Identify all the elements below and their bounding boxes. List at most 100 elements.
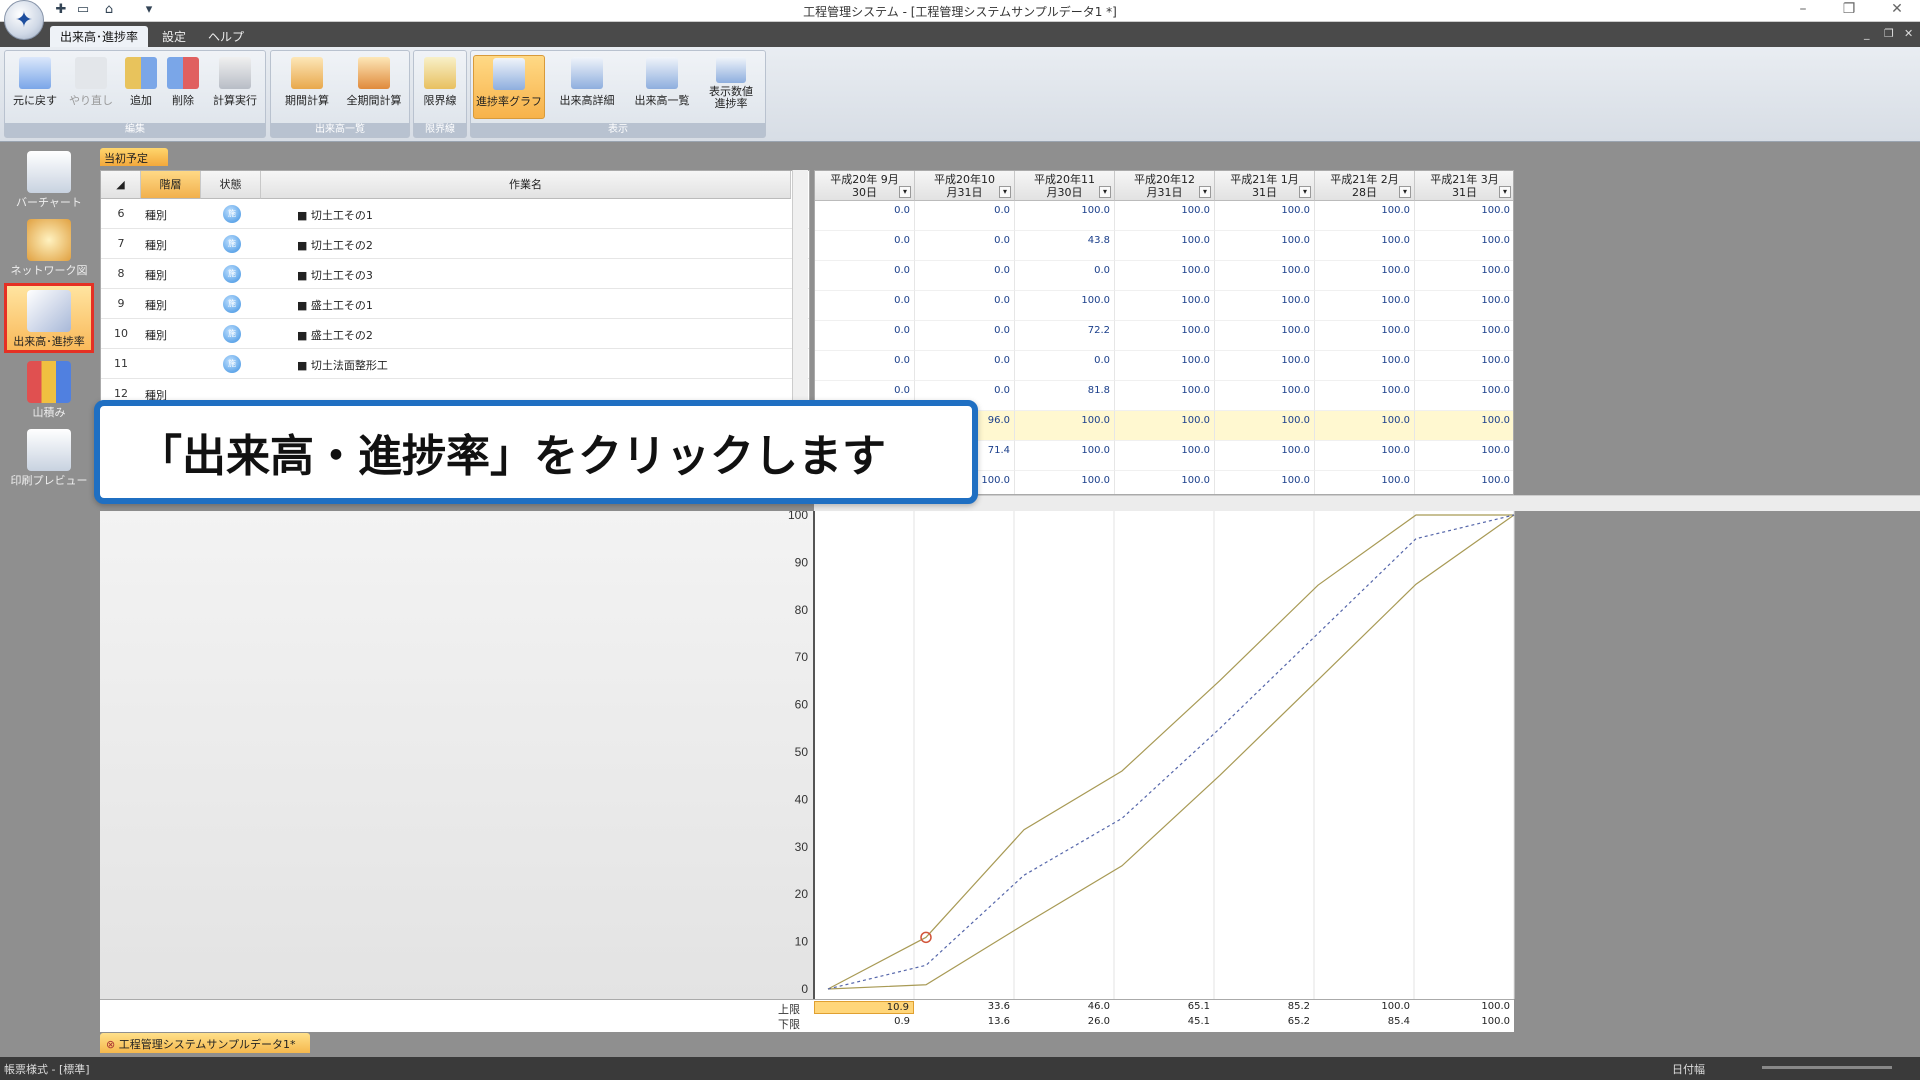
upper-value[interactable]: 33.6 [914, 1001, 1014, 1012]
period-cell[interactable]: 0.0 [815, 351, 915, 381]
period-cell[interactable]: 81.8 [1015, 381, 1115, 411]
period-cell[interactable]: 100.0 [1215, 411, 1315, 441]
document-tab[interactable]: ⊗ 工程管理システムサンプルデータ1* [100, 1033, 310, 1053]
period-cell[interactable]: 100.0 [1115, 231, 1215, 261]
table-row[interactable]: 10 種別 施 ■ 盛土工その2 [101, 319, 809, 349]
status-icon[interactable]: 施 [223, 355, 241, 373]
period-cell[interactable]: 100.0 [1315, 441, 1415, 471]
upper-value[interactable]: 85.2 [1214, 1001, 1314, 1012]
period-cell[interactable]: 100.0 [1015, 201, 1115, 231]
chevron-down-icon[interactable]: ▾ [1499, 186, 1511, 198]
period-cell[interactable]: 0.0 [1015, 351, 1115, 381]
period-cell[interactable]: 100.0 [1115, 291, 1215, 321]
period-header[interactable]: 平成21年 2月 28日 ▾ [1315, 171, 1415, 201]
period-cell[interactable]: 72.2 [1015, 321, 1115, 351]
chevron-down-icon[interactable]: ▾ [1399, 186, 1411, 198]
chevron-down-icon[interactable]: ▾ [899, 186, 911, 198]
delete-button[interactable]: 削除 [163, 55, 203, 119]
mdi-restore-icon[interactable]: ❐ [1884, 27, 1894, 40]
period-header[interactable]: 平成20年 9月 30日 ▾ [815, 171, 915, 201]
period-cell[interactable]: 100.0 [1315, 351, 1415, 381]
period-cell[interactable]: 100.0 [1115, 321, 1215, 351]
period-cell[interactable]: 100.0 [1415, 291, 1513, 321]
period-cell[interactable]: 100.0 [1415, 201, 1513, 231]
period-cell[interactable]: 100.0 [1215, 261, 1315, 291]
nav-print-preview[interactable]: 印刷プレビュー [4, 425, 94, 489]
calculate-button[interactable]: 計算実行 [207, 55, 263, 119]
table-row[interactable]: 6 種別 施 ■ 切土工その1 [101, 199, 809, 229]
progress-graph-button[interactable]: 進捗率グラフ [473, 55, 545, 119]
nav-progress[interactable]: 出来高･進捗率 [4, 283, 94, 353]
period-cell[interactable]: 100.0 [1415, 411, 1513, 441]
status-icon[interactable]: 施 [223, 205, 241, 223]
chevron-down-icon[interactable]: ▾ [1199, 186, 1211, 198]
period-cell[interactable]: 100.0 [1415, 231, 1513, 261]
period-cell[interactable]: 100.0 [1315, 291, 1415, 321]
nav-bar-chart[interactable]: バーチャート [4, 147, 94, 211]
nav-network[interactable]: ネットワーク図 [4, 215, 94, 279]
upper-value[interactable]: 46.0 [1014, 1001, 1114, 1012]
period-cell[interactable]: 100.0 [1315, 231, 1415, 261]
period-cell[interactable]: 0.0 [815, 291, 915, 321]
status-icon[interactable]: 施 [223, 325, 241, 343]
period-cell[interactable]: 100.0 [1415, 321, 1513, 351]
period-cell[interactable]: 100.0 [1115, 351, 1215, 381]
period-cell[interactable]: 100.0 [1215, 441, 1315, 471]
header-level[interactable]: 階層 [141, 171, 201, 199]
period-cell[interactable]: 100.0 [1015, 441, 1115, 471]
plan-tab[interactable]: 当初予定 [100, 148, 168, 166]
period-header[interactable]: 平成20年11 月30日 ▾ [1015, 171, 1115, 201]
nav-resource[interactable]: 山積み [4, 357, 94, 421]
period-cell[interactable]: 0.0 [815, 201, 915, 231]
progress-list-button[interactable]: 出来高一覧 [627, 55, 697, 119]
period-cell[interactable]: 0.0 [815, 231, 915, 261]
redo-button[interactable]: やり直し [65, 55, 117, 119]
period-cell[interactable]: 0.0 [1015, 261, 1115, 291]
period-cell[interactable]: 100.0 [1215, 471, 1315, 494]
app-logo[interactable]: ✦ [4, 0, 44, 40]
table-row[interactable]: 7 種別 施 ■ 切土工その2 [101, 229, 809, 259]
period-cell[interactable]: 0.0 [815, 261, 915, 291]
period-header[interactable]: 平成21年 1月 31日 ▾ [1215, 171, 1315, 201]
period-cell[interactable]: 100.0 [1115, 441, 1215, 471]
period-cell[interactable]: 100.0 [1315, 261, 1415, 291]
period-cell[interactable]: 43.8 [1015, 231, 1115, 261]
table-row[interactable]: 11 施 ■ 切土法面整形工 [101, 349, 809, 379]
period-calc-button[interactable]: 期間計算 [275, 55, 339, 119]
period-cell[interactable]: 100.0 [1115, 261, 1215, 291]
status-icon[interactable]: 施 [223, 265, 241, 283]
close-icon[interactable]: ✕ [1880, 1, 1914, 21]
status-icon[interactable]: 施 [223, 295, 241, 313]
tab-progress[interactable]: 出来高･進捗率 [50, 26, 149, 47]
chevron-down-icon[interactable]: ▾ [999, 186, 1011, 198]
period-cell[interactable]: 100.0 [1015, 471, 1115, 494]
period-cell[interactable]: 100.0 [1215, 291, 1315, 321]
period-cell[interactable]: 0.0 [915, 231, 1015, 261]
period-cell[interactable]: 0.0 [915, 321, 1015, 351]
zoom-slider[interactable] [1762, 1066, 1892, 1069]
tab-settings[interactable]: 設定 [152, 26, 196, 47]
period-cell[interactable]: 0.0 [915, 291, 1015, 321]
upper-value[interactable]: 65.1 [1114, 1001, 1214, 1012]
period-cell[interactable]: 0.0 [815, 321, 915, 351]
progress-detail-button[interactable]: 出来高詳細 [549, 55, 625, 119]
splitter[interactable] [814, 495, 1920, 511]
chevron-down-icon[interactable]: ▾ [1099, 186, 1111, 198]
add-button[interactable]: 追加 [121, 55, 161, 119]
period-cell[interactable]: 100.0 [1215, 321, 1315, 351]
minimize-icon[interactable]: – [1786, 1, 1820, 21]
period-cell[interactable]: 100.0 [1215, 231, 1315, 261]
corner-header[interactable]: ◢ [101, 171, 141, 199]
period-cell[interactable]: 100.0 [1115, 201, 1215, 231]
upper-value[interactable]: 100.0 [1314, 1001, 1414, 1012]
period-cell[interactable]: 100.0 [1315, 381, 1415, 411]
all-period-calc-button[interactable]: 全期間計算 [341, 55, 407, 119]
upper-value[interactable]: 100.0 [1414, 1001, 1514, 1012]
period-cell[interactable]: 100.0 [1115, 381, 1215, 411]
undo-button[interactable]: 元に戻す [9, 55, 61, 119]
period-cell[interactable]: 100.0 [1315, 321, 1415, 351]
header-status[interactable]: 状態 [201, 171, 261, 199]
period-cell[interactable]: 100.0 [1315, 201, 1415, 231]
upper-value[interactable]: 10.9 [814, 1001, 914, 1014]
table-row[interactable]: 9 種別 施 ■ 盛土工その1 [101, 289, 809, 319]
